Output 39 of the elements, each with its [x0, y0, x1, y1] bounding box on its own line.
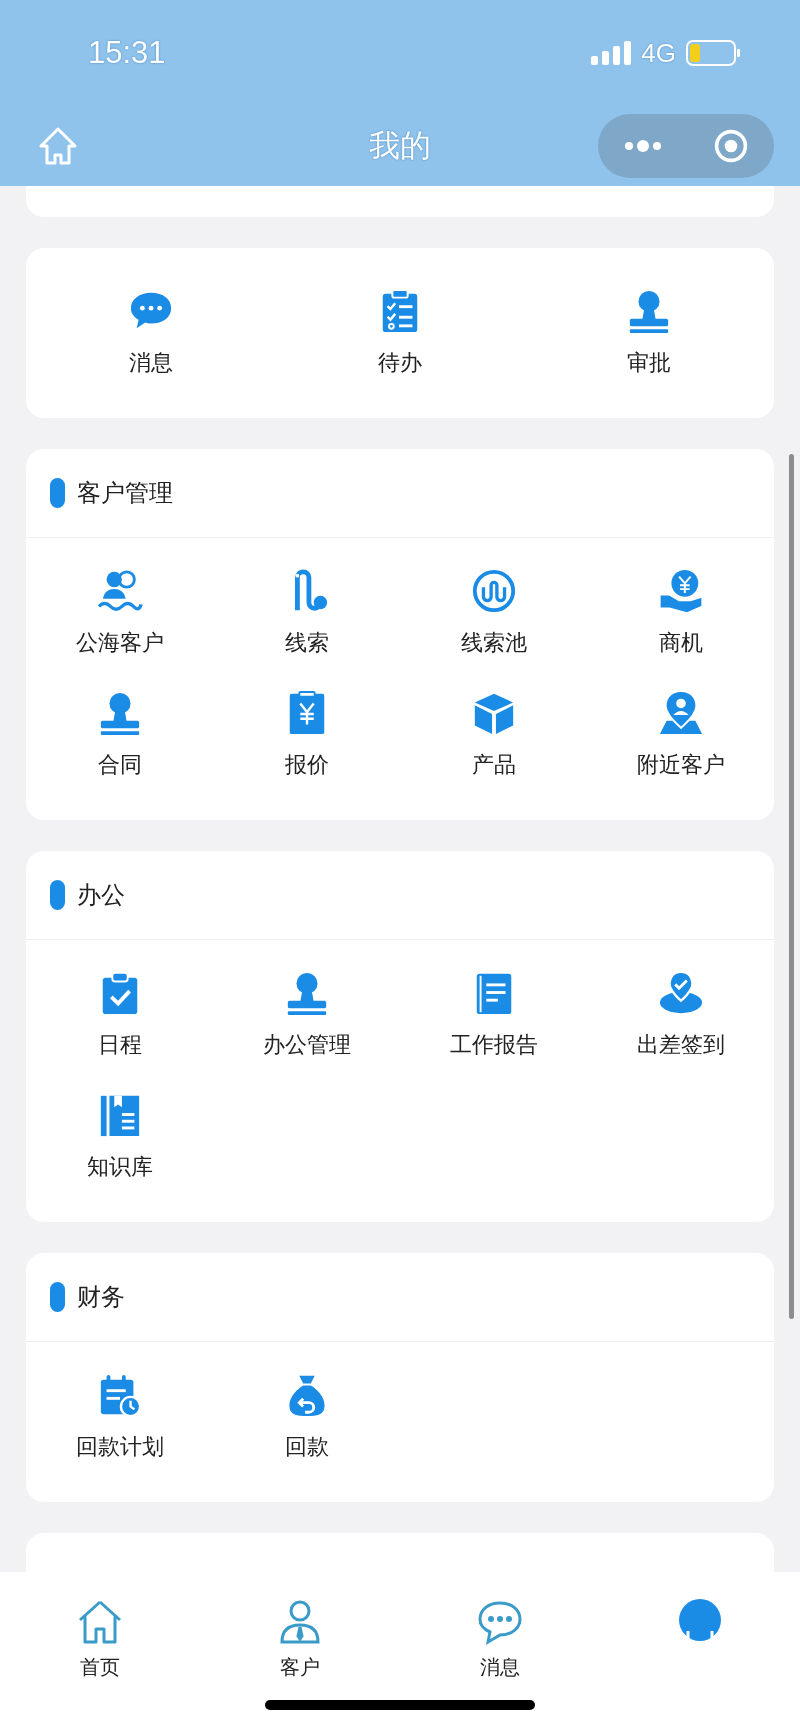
tab[interactable]: 消息: [440, 1598, 560, 1732]
menu-item[interactable]: 线索: [213, 568, 400, 658]
close-icon[interactable]: [713, 128, 749, 164]
menu-item[interactable]: 审批: [524, 288, 774, 378]
menu-item[interactable]: 附近客户: [587, 690, 774, 780]
section-marker: [50, 880, 65, 910]
section-title: 客户管理: [77, 478, 173, 509]
section-marker: [50, 478, 65, 508]
menu-item[interactable]: 待办: [275, 288, 525, 378]
tab[interactable]: 首页: [40, 1598, 160, 1732]
menu-item[interactable]: 回款: [213, 1372, 400, 1462]
home-icon[interactable]: [38, 126, 78, 166]
menu-item[interactable]: 回款计划: [26, 1372, 213, 1462]
menu-item[interactable]: 知识库: [26, 1092, 213, 1182]
more-icon[interactable]: [623, 139, 663, 153]
section-title: 办公: [77, 880, 125, 911]
network-label: 4G: [641, 37, 676, 69]
menu-item[interactable]: 合同: [26, 690, 213, 780]
menu-item[interactable]: 日程: [26, 970, 213, 1060]
signal-icon: [591, 41, 632, 65]
section-title: 财务: [77, 1282, 125, 1313]
menu-item[interactable]: 出差签到: [587, 970, 774, 1060]
menu-item[interactable]: 工作报告: [400, 970, 587, 1060]
menu-item[interactable]: 线索池: [400, 568, 587, 658]
menu-item[interactable]: 报价: [213, 690, 400, 780]
menu-item[interactable]: 产品: [400, 690, 587, 780]
pin-icon: [657, 690, 704, 736]
battery-icon: [686, 40, 740, 66]
menu-item[interactable]: 办公管理: [213, 970, 400, 1060]
tab[interactable]: 客户: [240, 1598, 360, 1732]
status-time: 15:31: [88, 35, 166, 71]
menu-item[interactable]: 消息: [26, 288, 276, 378]
checkin-icon: [657, 970, 704, 1016]
menu-item[interactable]: 商机: [587, 568, 774, 658]
yenhand-icon: [657, 568, 704, 614]
home-icon: [76, 1598, 124, 1646]
page-title: 我的: [369, 126, 431, 165]
menu-item[interactable]: 公海客户: [26, 568, 213, 658]
section-marker: [50, 1282, 65, 1312]
